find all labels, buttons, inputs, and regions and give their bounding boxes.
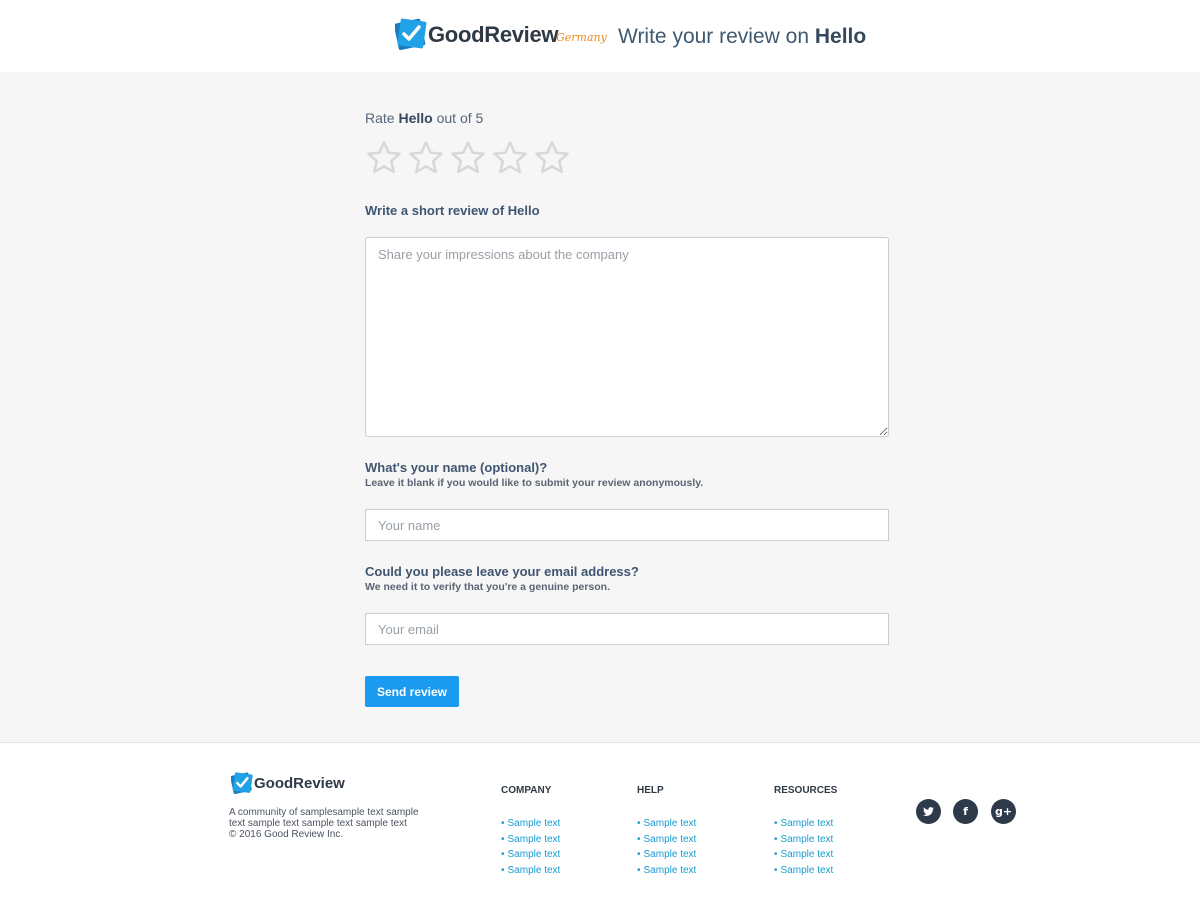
footer-column-title: HELP bbox=[637, 785, 664, 796]
brand-logo[interactable]: GoodReview Germany bbox=[395, 17, 607, 53]
star-icon[interactable] bbox=[533, 139, 571, 177]
footer-link[interactable]: • Sample text bbox=[774, 816, 837, 832]
footer-column-help: HELP • Sample text • Sample text • Sample t… bbox=[637, 785, 696, 878]
footer-link[interactable]: • Sample text bbox=[774, 847, 837, 863]
rating-label: Rate Hello out of 5 bbox=[365, 110, 483, 126]
footer-link[interactable]: • Sample text bbox=[501, 816, 560, 832]
page-title: Write your review on Hello bbox=[618, 25, 866, 49]
brand-country: Germany bbox=[556, 31, 607, 44]
name-label: What's your name (optional)? bbox=[365, 460, 548, 475]
star-icon[interactable] bbox=[407, 139, 445, 177]
review-textarea[interactable] bbox=[365, 237, 889, 437]
send-review-button[interactable]: Send review bbox=[365, 676, 459, 707]
review-label: Write a short review of Hello bbox=[365, 203, 540, 218]
footer-column-title: COMPANY bbox=[501, 785, 552, 796]
footer-copyright: © 2016 Good Review Inc. bbox=[229, 829, 344, 840]
google-plus-icon[interactable]: g+ bbox=[991, 799, 1016, 824]
footer-description: A community of samplesample text sample … bbox=[229, 807, 419, 829]
name-hint: Leave it blank if you would like to subm… bbox=[365, 477, 704, 489]
twitter-icon[interactable] bbox=[916, 799, 941, 824]
footer-link[interactable]: • Sample text bbox=[637, 832, 696, 848]
footer-link[interactable]: • Sample text bbox=[637, 816, 696, 832]
footer-link[interactable]: • Sample text bbox=[501, 863, 560, 879]
footer-brand-name: GoodReview bbox=[254, 775, 345, 792]
footer-link[interactable]: • Sample text bbox=[774, 832, 837, 848]
review-form: Rate Hello out of 5 Write a short review… bbox=[0, 72, 1200, 743]
footer: GoodReview A community of samplesample t… bbox=[0, 744, 1200, 900]
footer-link[interactable]: • Sample text bbox=[501, 847, 560, 863]
email-input[interactable] bbox=[365, 613, 889, 645]
facebook-icon[interactable]: f bbox=[953, 799, 978, 824]
brand-name: GoodReview bbox=[428, 22, 559, 47]
footer-column-title: RESOURCES bbox=[774, 785, 838, 796]
header: GoodReview Germany Write your review on … bbox=[0, 0, 1200, 72]
footer-link[interactable]: • Sample text bbox=[774, 863, 837, 879]
footer-link[interactable]: • Sample text bbox=[501, 832, 560, 848]
rating-company: Hello bbox=[398, 110, 433, 126]
footer-link[interactable]: • Sample text bbox=[637, 847, 696, 863]
checkmark-logo-icon bbox=[395, 18, 427, 51]
footer-link[interactable]: • Sample text bbox=[637, 863, 696, 879]
email-hint: We need it to verify that you're a genui… bbox=[365, 581, 611, 593]
rating-prefix: Rate bbox=[365, 110, 395, 126]
name-input[interactable] bbox=[365, 509, 889, 541]
email-label: Could you please leave your email addres… bbox=[365, 564, 639, 579]
footer-column-company: COMPANY • Sample text • Sample text • Sampl… bbox=[501, 785, 560, 878]
star-icon[interactable] bbox=[365, 139, 403, 177]
star-icon[interactable] bbox=[491, 139, 529, 177]
star-icon[interactable] bbox=[449, 139, 487, 177]
footer-column-resources: RESOURCES • Sample text • Sample text • Sam… bbox=[774, 785, 837, 878]
checkmark-logo-icon bbox=[231, 772, 253, 795]
page-title-prefix: Write your review on bbox=[618, 25, 810, 48]
rating-suffix: out of 5 bbox=[436, 110, 484, 126]
page-title-company: Hello bbox=[814, 25, 867, 48]
footer-brand-logo[interactable]: GoodReview bbox=[231, 771, 361, 797]
star-rating bbox=[365, 139, 571, 179]
